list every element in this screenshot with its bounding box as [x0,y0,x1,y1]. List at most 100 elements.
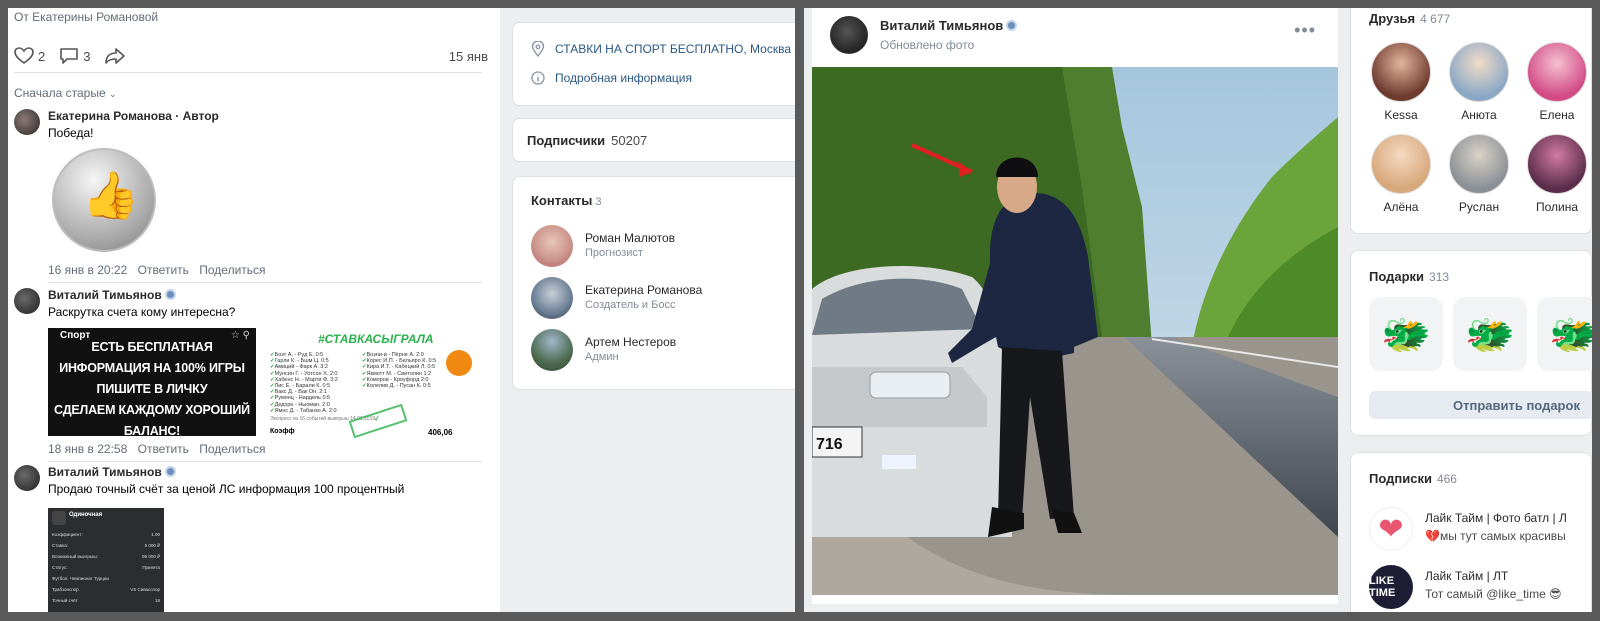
avatar [1527,134,1587,194]
comment-author[interactable]: Екатерина Романова · Автор [48,109,219,123]
ticket-row-label: Статус: [52,565,68,570]
like-button[interactable]: 2 [14,47,45,65]
verified-badge-icon [164,289,176,300]
avatar[interactable] [14,465,40,491]
contacts-count: 3 [595,196,602,208]
send-gift-button[interactable]: Отправить подарок [1369,391,1592,419]
subscription-desc: Тот самый @like_time 😎 [1425,587,1562,601]
ticket-row-value: 5 000 ₽ [144,543,160,548]
friend-item[interactable]: Руслан [1447,134,1511,214]
post-subtitle: Обновлено фото [880,38,975,52]
post-author[interactable]: Виталий Тимьянов [880,18,1018,33]
slip-title: #СТАВКАСЫГРАЛА [318,332,434,346]
location-pin-icon [531,41,545,57]
ticket-row-label: Ставка: [52,543,68,548]
contact-item[interactable]: Роман Малютов Прогнозист [531,225,791,269]
subscription-name: Лайк Тайм | ЛТ [1425,569,1509,583]
slip-row: Якмотт М. - Свитолин 1:2 [362,371,432,377]
avatar[interactable] [830,16,868,54]
divider [14,72,482,73]
friend-item[interactable]: Алёна [1369,134,1433,214]
friend-item[interactable]: Полина [1525,134,1589,214]
contacts-title[interactable]: Контакты 3 [531,193,601,208]
comment-button[interactable]: 3 [59,47,90,65]
sort-dropdown[interactable]: Сначала старые ⌄ [14,86,117,100]
bet-ticket-image[interactable]: Одиночная Коэффициент: 1.00 Ставка: 5 000 ₽… [48,508,164,612]
subscriptions-count: 466 [1436,472,1457,486]
thumbs-up-sticker[interactable]: 👍 [52,148,156,252]
share-link[interactable]: Поделиться [199,263,265,277]
comment-text: Раскрутка счета кому интересна? [48,305,236,319]
more-info-link[interactable]: Подробная информация [531,71,692,85]
ticket-row: Точный счёт 19 [52,598,160,603]
author-name: Виталий Тимьянов [48,288,162,302]
gifts-title[interactable]: Подарки 313 [1369,269,1449,284]
ticket-row: Возможный выигрыш: 95 000 ₽ [52,554,160,560]
subscribers-card[interactable]: Подписчики 50207 [512,118,795,162]
subscribers-title: Подписчики 50207 [527,133,647,148]
gift-dragon-icon[interactable]: 🐲 [1369,297,1443,371]
avatar [1449,42,1509,102]
contacts-label: Контакты [531,193,593,208]
slip-row: Дедэрн - Ньюман. 2:0 [270,402,330,408]
subscribers-label: Подписчики [527,133,606,148]
ticket-row-label: Футбол. Чемпионат Турции [52,576,109,581]
promo-image[interactable]: Спорт ☆ ⚲ ЕСТЬ БЕСПЛАТНАЯ ИНФОРМАЦИЯ НА … [48,328,256,436]
avatar[interactable] [14,288,40,314]
friend-name: Полина [1535,200,1579,214]
comment-date[interactable]: 18 янв в 22:58 [48,442,127,456]
subscribers-count: 50207 [611,133,648,148]
slip-row: Ямнс Д. - Табанзо А. 2:0 [270,408,337,414]
avatar [531,329,573,371]
contact-name: Артем Нестеров [585,335,677,349]
subscriptions-title[interactable]: Подписки 466 [1369,471,1457,486]
comment-author[interactable]: Виталий Тимьянов [48,288,176,302]
bookmaker-logo-icon [52,511,66,525]
friend-item[interactable]: Анюта [1447,42,1511,122]
share-link[interactable]: Поделиться [199,442,265,456]
avatar [1371,134,1431,194]
contact-item[interactable]: Артем Нестеров Админ [531,329,791,373]
bet-slip-image[interactable]: #СТАВКАСЫГРАЛА Бозт А. - Руд Е. 0:5Гарли… [270,328,480,439]
sort-label: Сначала старые [14,86,106,100]
photo-illustration: 716 [812,67,1338,595]
reply-link[interactable]: Ответить [138,442,189,456]
share-button[interactable] [104,47,130,65]
ticket-row: Коэффициент: 1.00 [52,532,160,537]
avatar [1449,134,1509,194]
comment-author[interactable]: Виталий Тимьянов [48,465,176,479]
contact-item[interactable]: Екатерина Романова Создатель и Босс [531,277,791,321]
promo-line: ПИШИТЕ В ЛИЧКУ [96,382,208,396]
avatar [531,225,573,267]
post-date[interactable]: 15 янв [449,49,488,64]
subscription-item[interactable]: LIKE TIME Лайк Тайм | ЛТ Тот самый @like… [1369,565,1592,609]
friend-item[interactable]: Kessa [1369,42,1433,122]
avatar[interactable] [14,109,40,135]
subscriptions-card: Подписки 466 ❤ Лайк Тайм | Фото батл | Л … [1350,452,1592,612]
post-photo[interactable]: 716 [812,67,1338,595]
promo-line: БАЛАНС! [123,424,181,436]
license-plate: 716 [816,436,843,453]
slip-row: Вакс Д. - Вак Он. 2:1 [270,389,327,395]
right-screenshot-panel: Виталий Тимьянов Обновлено фото ••• 716 … [804,8,1592,612]
ticket-row: Статус: Принята [52,565,160,570]
location-row[interactable]: СТАВКИ НА СПОРТ БЕСПЛАТНО, Москва [531,41,791,57]
promo-line: ЕСТЬ БЕСПЛАТНАЯ [91,340,213,354]
friends-title[interactable]: Друзья 4 677 [1369,11,1450,26]
gift-dragon-icon[interactable]: 🐲 [1537,297,1592,371]
slip-row: Колелив Д. - Пусан К. 0:5 [362,383,431,389]
friend-item[interactable]: Елена [1525,42,1589,122]
slip-row: Румянц - Нардель 0:5 [270,395,331,401]
more-options-icon[interactable]: ••• [1294,20,1316,41]
subscription-item[interactable]: ❤ Лайк Тайм | Фото батл | Л 💔мы тут самы… [1369,507,1592,551]
friend-name: Анюта [1461,108,1497,122]
friend-name: Руслан [1458,200,1500,214]
gift-dragon-icon[interactable]: 🐲 [1453,297,1527,371]
slip-row: Возни-и - Пёрне А. 2:0 [362,352,424,358]
comment-text: Продаю точный счёт за ценой ЛС информаци… [48,482,405,496]
post-actions: 2 3 15 янв [14,44,488,68]
slip-row: Кира И.Т. - Кабецкий Л. 0:5 [362,364,436,370]
reply-link[interactable]: Ответить [138,263,189,277]
comment-date[interactable]: 16 янв в 20:22 [48,263,127,277]
divider [48,461,482,462]
